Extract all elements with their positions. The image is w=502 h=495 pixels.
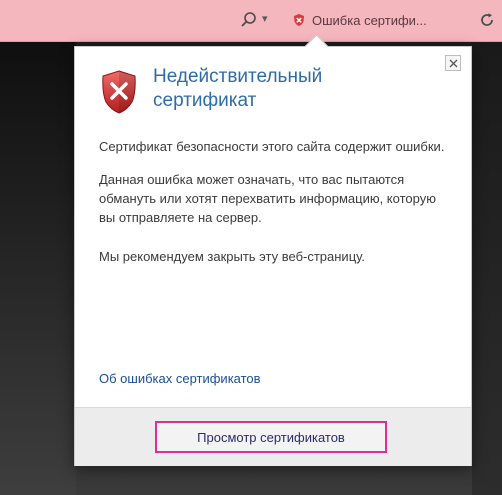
certificate-error-indicator[interactable]: Ошибка сертифи...: [284, 7, 449, 33]
popup-paragraph-3: Мы рекомендуем закрыть эту веб-страницу.: [99, 249, 365, 264]
popup-title: Недействительный сертификат: [153, 66, 323, 111]
page-right-area: [472, 42, 502, 495]
search-dropdown-icon[interactable]: ▾: [262, 12, 268, 25]
close-icon: [449, 59, 457, 67]
popup-paragraph-2: Данная ошибка может означать, что вас пы…: [99, 172, 436, 225]
address-bar: ▾ Ошибка сертифи...: [0, 0, 502, 42]
shield-error-icon: [102, 70, 136, 114]
about-certificate-errors-link[interactable]: Об ошибках сертификатов: [99, 371, 261, 386]
refresh-icon[interactable]: [478, 11, 496, 29]
search-icon[interactable]: [240, 11, 258, 29]
popup-footer: Просмотр сертификатов: [75, 407, 471, 466]
popup-header: Недействительный сертификат: [99, 65, 373, 115]
popup-body: Сертификат безопасности этого сайта соде…: [99, 137, 454, 280]
view-certificates-button[interactable]: Просмотр сертификатов: [155, 421, 387, 453]
certificate-error-popup: Недействительный сертификат Сертификат б…: [74, 34, 472, 466]
page-left-area: [0, 42, 76, 495]
certificate-error-label: Ошибка сертифи...: [312, 12, 427, 28]
close-button[interactable]: [445, 55, 461, 71]
shield-error-icon: [294, 14, 304, 26]
popup-paragraph-1: Сертификат безопасности этого сайта соде…: [99, 139, 445, 154]
